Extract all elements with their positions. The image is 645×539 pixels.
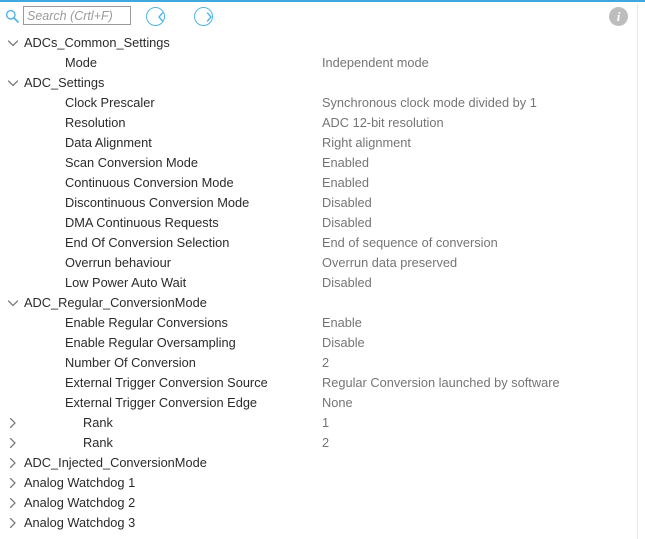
tree-row-label: Analog Watchdog 2: [24, 495, 136, 510]
navigate-forward-button[interactable]: [194, 7, 213, 26]
chevron-right-icon[interactable]: [7, 413, 19, 433]
tree-row-label: Mode: [65, 55, 98, 70]
tree-row-label: Low Power Auto Wait: [65, 275, 187, 290]
tree-row[interactable]: Scan Conversion Mode Enabled: [0, 153, 637, 173]
tree-row-value[interactable]: ADC 12-bit resolution: [322, 113, 444, 133]
tree-row-value[interactable]: Overrun data preserved: [322, 253, 457, 273]
tree-row-value[interactable]: Disabled: [322, 273, 372, 293]
chevron-right-icon[interactable]: [7, 453, 19, 473]
tree-row-label: Continuous Conversion Mode: [65, 175, 234, 190]
tree-row[interactable]: End Of Conversion Selection End of sequen…: [0, 233, 637, 253]
tree-row[interactable]: Overrun behaviour Overrun data preserved: [0, 253, 637, 273]
tree-row[interactable]: ADC_Regular_ConversionMode: [0, 293, 637, 313]
settings-tree: ADCs_Common_Settings Mode Independent mode…: [0, 33, 637, 539]
tree-row-value[interactable]: Enabled: [322, 153, 369, 173]
tree-row-label: External Trigger Conversion Source: [65, 375, 268, 390]
chevron-down-icon[interactable]: [7, 33, 19, 53]
tree-row-value[interactable]: Enable: [322, 313, 362, 333]
tree-row[interactable]: Discontinuous Conversion Mode Disabled: [0, 193, 637, 213]
tree-row-label: ADC_Injected_ConversionMode: [24, 455, 207, 470]
tree-row-value[interactable]: 2: [322, 433, 329, 453]
chevron-right-icon[interactable]: [7, 493, 19, 513]
tree-row-value[interactable]: 2: [322, 353, 329, 373]
tree-row-label: Rank: [83, 435, 113, 450]
toolbar: i: [0, 2, 645, 31]
tree-row-value[interactable]: Disabled: [322, 193, 372, 213]
tree-row[interactable]: ADC_Settings: [0, 73, 637, 93]
tree-row-label: Rank: [83, 415, 113, 430]
tree-row[interactable]: ADC_Injected_ConversionMode: [0, 453, 637, 473]
tree-row[interactable]: Low Power Auto Wait Disabled: [0, 273, 637, 293]
tree-row-label: External Trigger Conversion Edge: [65, 395, 258, 410]
adc-configuration-panel: i ADCs_Common_Settings Mode Independent mo…: [0, 0, 645, 539]
tree-row[interactable]: Analog Watchdog 2: [0, 493, 637, 513]
tree-row-label: ADC_Settings: [24, 75, 105, 90]
tree-row-value[interactable]: Synchronous clock mode divided by 1: [322, 93, 537, 113]
tree-row-label: ADCs_Common_Settings: [24, 35, 170, 50]
tree-row-label: Overrun behaviour: [65, 255, 171, 270]
panel-right-divider: [637, 4, 638, 539]
tree-row-label: Discontinuous Conversion Mode: [65, 195, 250, 210]
info-icon[interactable]: i: [609, 7, 628, 26]
tree-row[interactable]: Rank 1: [0, 413, 637, 433]
tree-row[interactable]: Number Of Conversion 2: [0, 353, 637, 373]
tree-row[interactable]: Continuous Conversion Mode Enabled: [0, 173, 637, 193]
tree-row-label: Resolution: [65, 115, 126, 130]
tree-row-value[interactable]: Regular Conversion launched by software: [322, 373, 560, 393]
tree-row-label: Enable Regular Oversampling: [65, 335, 236, 350]
tree-row[interactable]: Rank 2: [0, 433, 637, 453]
tree-row[interactable]: Enable Regular Conversions Enable: [0, 313, 637, 333]
chevron-right-icon[interactable]: [7, 433, 19, 453]
navigate-back-button[interactable]: [146, 7, 165, 26]
tree-row-value[interactable]: Right alignment: [322, 133, 411, 153]
search-icon: [5, 9, 19, 23]
tree-row-label: Data Alignment: [65, 135, 152, 150]
search-input[interactable]: [23, 6, 131, 25]
tree-row[interactable]: DMA Continuous Requests Disabled: [0, 213, 637, 233]
tree-row-value[interactable]: End of sequence of conversion: [322, 233, 498, 253]
tree-row-value[interactable]: Disabled: [322, 213, 372, 233]
tree-row-label: End Of Conversion Selection: [65, 235, 230, 250]
tree-row-label: Scan Conversion Mode: [65, 155, 199, 170]
tree-row[interactable]: Resolution ADC 12-bit resolution: [0, 113, 637, 133]
tree-row-value[interactable]: None: [322, 393, 353, 413]
tree-row[interactable]: External Trigger Conversion Edge None: [0, 393, 637, 413]
tree-row[interactable]: Mode Independent mode: [0, 53, 637, 73]
tree-row[interactable]: Clock Prescaler Synchronous clock mode di…: [0, 93, 637, 113]
tree-row-label: DMA Continuous Requests: [65, 215, 219, 230]
tree-row-label: Number Of Conversion: [65, 355, 196, 370]
tree-row[interactable]: External Trigger Conversion Source Regula…: [0, 373, 637, 393]
tree-row-value[interactable]: Disable: [322, 333, 365, 353]
tree-row-label: ADC_Regular_ConversionMode: [24, 295, 207, 310]
tree-row-label: Analog Watchdog 1: [24, 475, 136, 490]
chevron-down-icon[interactable]: [7, 293, 19, 313]
tree-row-value[interactable]: Enabled: [322, 173, 369, 193]
tree-row-label: Clock Prescaler: [65, 95, 155, 110]
tree-row-label: Analog Watchdog 3: [24, 515, 136, 530]
tree-row[interactable]: ADCs_Common_Settings: [0, 33, 637, 53]
chevron-right-icon[interactable]: [7, 513, 19, 533]
chevron-down-icon[interactable]: [7, 73, 19, 93]
tree-row-value[interactable]: 1: [322, 413, 329, 433]
tree-row[interactable]: Analog Watchdog 3: [0, 513, 637, 533]
tree-row[interactable]: Analog Watchdog 1: [0, 473, 637, 493]
tree-row-label: Enable Regular Conversions: [65, 315, 228, 330]
tree-row[interactable]: Data Alignment Right alignment: [0, 133, 637, 153]
tree-row-value[interactable]: Independent mode: [322, 53, 429, 73]
chevron-right-icon[interactable]: [7, 473, 19, 493]
tree-row[interactable]: Enable Regular Oversampling Disable: [0, 333, 637, 353]
